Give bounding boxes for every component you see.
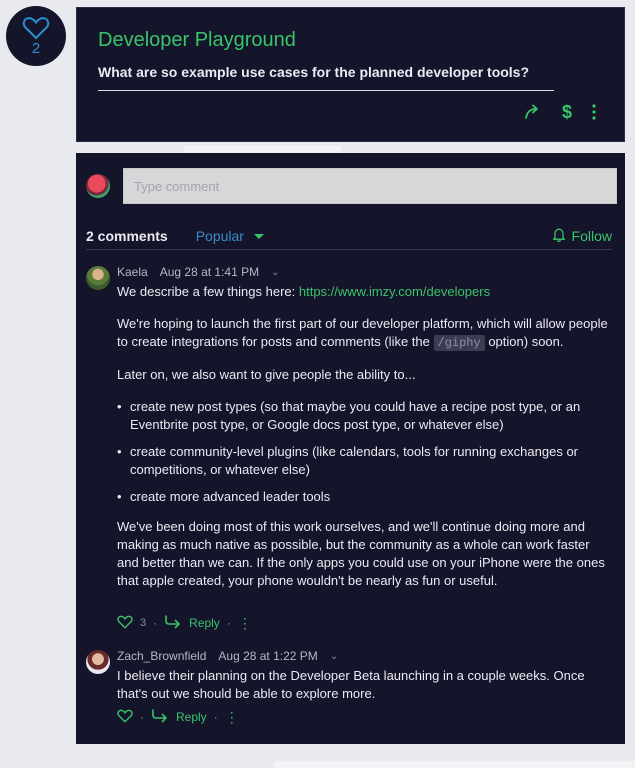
sort-label: Popular <box>195 228 244 244</box>
avatar[interactable] <box>86 266 110 290</box>
developers-link[interactable]: https://www.imzy.com/developers <box>299 284 490 299</box>
heart-outline-icon <box>22 14 50 40</box>
comment-timestamp[interactable]: Aug 28 at 1:41 PM <box>160 265 259 279</box>
comments-header: 2 comments Popular Follow <box>86 223 612 249</box>
comment-composer <box>86 168 617 204</box>
like-count: 2 <box>31 40 41 57</box>
divider <box>98 90 554 91</box>
reply-button[interactable]: Reply <box>176 710 207 724</box>
comments-section: 2 comments Popular Follow Kaela Aug 28 a… <box>76 153 625 744</box>
kebab-icon[interactable]: ⋮ <box>238 615 252 632</box>
comment-text: We've been doing most of this work ourse… <box>117 519 605 588</box>
chevron-down-icon[interactable]: ⌄ <box>271 267 279 278</box>
comment-meta: Kaela Aug 28 at 1:41 PM ⌄ <box>117 264 280 280</box>
reply-button[interactable]: Reply <box>189 616 220 630</box>
comment-text: We describe a few things here: <box>117 284 299 299</box>
comment-actions: 3 · Reply · ⋮ <box>117 614 252 632</box>
kebab-icon[interactable]: ⋮ <box>225 709 239 726</box>
chevron-down-icon[interactable]: ⌄ <box>330 651 338 662</box>
separator: · <box>226 616 231 630</box>
divider <box>184 146 341 153</box>
like-count: 3 <box>140 617 147 629</box>
divider <box>274 761 635 768</box>
comment-text: I believe their planning on the Develope… <box>117 668 585 701</box>
separator: · <box>213 710 218 724</box>
comment-timestamp[interactable]: Aug 28 at 1:22 PM <box>218 649 317 663</box>
avatar[interactable] <box>86 650 110 674</box>
share-arrow-icon[interactable] <box>524 104 542 120</box>
follow-button[interactable]: Follow <box>552 227 612 245</box>
comment-text: option) soon. <box>484 334 564 349</box>
bullet-list: create new post types (so that maybe you… <box>117 398 612 506</box>
inline-code: /giphy <box>433 335 485 351</box>
post-card: Developer Playground What are so example… <box>76 7 625 142</box>
caret-down-icon <box>253 233 264 239</box>
list-item: create community-level plugins (like cal… <box>117 443 612 479</box>
avatar <box>86 174 110 198</box>
heart-outline-icon[interactable] <box>117 615 133 632</box>
list-item: create new post types (so that maybe you… <box>117 398 612 434</box>
kebab-icon[interactable] <box>592 104 596 120</box>
comment-author[interactable]: Zach_Brownfield <box>117 649 206 663</box>
like-button[interactable]: 2 <box>6 6 66 66</box>
post-title[interactable]: Developer Playground <box>98 29 296 52</box>
separator: · <box>140 710 144 724</box>
bell-icon <box>552 227 566 245</box>
list-item: create more advanced leader tools <box>117 488 612 506</box>
comment-input[interactable] <box>123 168 617 204</box>
post-actions: $ <box>524 102 596 122</box>
follow-label: Follow <box>571 228 612 244</box>
dollar-icon[interactable]: $ <box>562 102 572 122</box>
comment-actions: · Reply · ⋮ <box>117 708 239 726</box>
divider <box>86 249 612 250</box>
comment-meta: Zach_Brownfield Aug 28 at 1:22 PM ⌄ <box>117 648 338 664</box>
comment-text: Later on, we also want to give people th… <box>117 367 416 382</box>
comment-count: 2 comments <box>86 228 168 244</box>
reply-arrow-icon[interactable] <box>151 708 169 726</box>
separator: · <box>153 616 158 630</box>
comment-body: We describe a few things here: https://w… <box>117 283 612 604</box>
comment-author[interactable]: Kaela <box>117 265 148 279</box>
reply-arrow-icon[interactable] <box>164 614 182 632</box>
post-question: What are so example use cases for the pl… <box>98 64 530 80</box>
sort-dropdown[interactable]: Popular <box>196 228 264 244</box>
heart-outline-icon[interactable] <box>117 709 133 726</box>
